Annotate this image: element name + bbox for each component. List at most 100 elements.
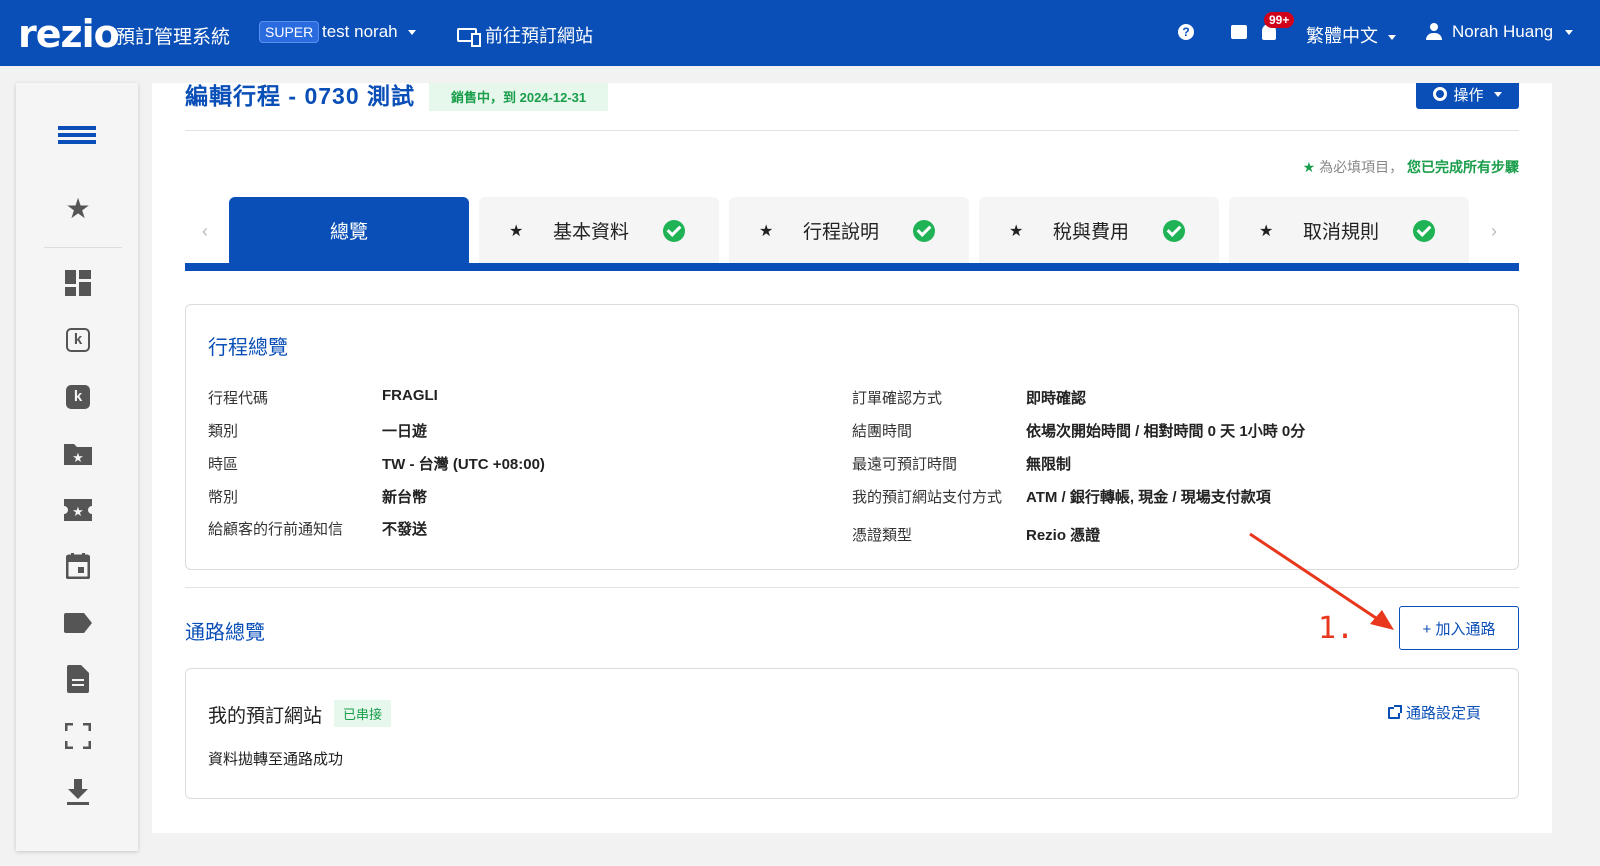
field-label: 時區: [208, 456, 239, 473]
field-label: 憑證類型: [852, 527, 913, 544]
field-value: 即時確認: [1026, 390, 1087, 407]
document-icon[interactable]: [64, 665, 92, 693]
field-value: ATM / 銀行轉帳, 現金 / 現場支付款項: [1026, 489, 1271, 506]
tab-itinerary[interactable]: ★ 行程說明: [729, 197, 969, 264]
menu-icon[interactable]: [58, 121, 96, 149]
ticket-star-icon[interactable]: ★: [64, 496, 92, 524]
field-value: 無限制: [1026, 456, 1072, 473]
field-label: 訂單確認方式: [852, 390, 943, 407]
overview-title: 行程總覽: [208, 337, 288, 359]
tab-basic-info[interactable]: ★ 基本資料: [479, 197, 719, 264]
rezio-logo[interactable]: rezio: [18, 12, 120, 56]
check-circle-icon: [1163, 219, 1185, 242]
field-value: 一日遊: [382, 423, 428, 440]
check-circle-icon: [663, 219, 685, 242]
tab-tax-fees[interactable]: ★ 稅與費用: [979, 197, 1219, 264]
tab-prev-arrow[interactable]: ‹: [202, 221, 208, 242]
tab-label: 行程說明: [803, 222, 880, 243]
tab-next-arrow[interactable]: ›: [1491, 221, 1497, 242]
field-label: 行程代碼: [208, 390, 269, 407]
required-note: ★ 為必填項目， 您已完成所有步驟: [1303, 157, 1519, 177]
devices-icon: [457, 28, 481, 47]
help-icon[interactable]: ?: [1178, 24, 1194, 40]
tab-label: 總覽: [329, 222, 368, 243]
chevron-down-icon: [407, 30, 416, 36]
field-value: Rezio 憑證: [1026, 527, 1101, 544]
gear-icon: [1433, 87, 1448, 101]
user-icon: [1426, 23, 1442, 41]
field-value: TW - 台灣 (UTC +08:00): [382, 456, 545, 473]
divider: [185, 130, 1519, 131]
field-label: 類別: [208, 423, 239, 440]
field-value: 不發送: [382, 521, 428, 538]
field-label: 我的預訂網站支付方式: [852, 489, 1003, 506]
fullscreen-icon[interactable]: [64, 722, 92, 750]
sidebar: ★ k k ★ ★: [16, 83, 138, 851]
check-circle-icon: [913, 219, 935, 242]
tab-underline-bar: [185, 263, 1519, 271]
svg-text:★: ★: [72, 450, 84, 465]
language-selector[interactable]: 繁體中文: [1306, 22, 1396, 48]
check-circle-icon: [1413, 219, 1435, 242]
page-title: 編輯行程 - 0730 測試: [185, 83, 415, 109]
goto-booking-site-label: 前往預訂網站: [485, 26, 593, 46]
folder-star-icon[interactable]: ★: [64, 439, 92, 467]
chevron-down-icon: [1493, 91, 1502, 97]
account-switcher[interactable]: test norah: [322, 22, 416, 42]
tag-icon[interactable]: [64, 609, 92, 637]
tab-label: 取消規則: [1303, 222, 1380, 243]
system-name: 預訂管理系統: [116, 27, 231, 48]
account-name: test norah: [322, 22, 398, 41]
tab-cancellation[interactable]: ★ 取消規則: [1229, 197, 1469, 264]
download-icon[interactable]: [64, 778, 92, 806]
super-badge: SUPER: [259, 21, 320, 43]
required-star-icon: ★: [1259, 222, 1274, 240]
add-channel-button[interactable]: + 加入通路: [1399, 606, 1519, 650]
external-link-icon: [1388, 704, 1402, 719]
tab-label: 稅與費用: [1053, 222, 1130, 243]
tab-overview[interactable]: 總覽: [229, 197, 469, 264]
user-name: Norah Huang: [1452, 22, 1554, 41]
required-star-icon: ★: [509, 222, 524, 240]
channel-settings-link[interactable]: 通路設定頁: [1388, 702, 1481, 723]
sale-status-badge: 銷售中，到 2024-12-31: [429, 83, 609, 111]
field-value: 依場次開始時間 / 相對時間 0 天 1小時 0分: [1026, 423, 1306, 440]
top-bar: rezio 預訂管理系統 SUPER test norah 前往預訂網站 ? 9…: [0, 0, 1600, 66]
channel-settings-label: 通路設定頁: [1406, 705, 1482, 722]
completed-note-text: 您已完成所有步驟: [1407, 159, 1519, 175]
main-panel: 編輯行程 - 0730 測試 銷售中，到 2024-12-31 操作 ★ 為必填…: [152, 83, 1552, 833]
goto-booking-site-link[interactable]: 前往預訂網站: [457, 22, 593, 48]
field-label: 最遠可預訂時間: [852, 456, 958, 473]
required-star-icon: ★: [1009, 222, 1024, 240]
field-value: FRAGLI: [382, 387, 438, 404]
operations-button[interactable]: 操作: [1416, 83, 1519, 109]
annotation-number: 1.: [1318, 611, 1355, 646]
k-outline-icon[interactable]: k: [64, 326, 92, 354]
language-label: 繁體中文: [1306, 26, 1378, 46]
sidebar-divider: [44, 247, 122, 248]
field-value: 新台幣: [382, 489, 428, 506]
tab-label: 基本資料: [553, 222, 630, 243]
required-star-icon: ★: [759, 222, 774, 240]
star-icon[interactable]: ★: [64, 193, 92, 224]
svg-text:★: ★: [72, 504, 84, 519]
operations-label: 操作: [1453, 86, 1484, 104]
field-label: 幣別: [208, 489, 239, 506]
feedback-icon[interactable]: [1231, 25, 1247, 39]
field-label: 給顧客的行前通知信: [208, 521, 344, 538]
channels-title: 通路總覽: [185, 622, 265, 644]
required-note-text: 為必填項目，: [1319, 159, 1404, 175]
field-label: 結團時間: [852, 423, 913, 440]
channel-card: 我的預訂網站 已串接 通路設定頁 資料拋轉至通路成功: [185, 668, 1519, 799]
required-star-icon: ★: [1302, 159, 1316, 175]
calendar-icon[interactable]: [64, 552, 92, 580]
user-menu[interactable]: Norah Huang: [1426, 22, 1574, 42]
channel-sync-message: 資料拋轉至通路成功: [208, 751, 344, 768]
chevron-down-icon: [1388, 34, 1396, 40]
dashboard-icon[interactable]: [64, 269, 92, 297]
k-filled-icon[interactable]: k: [64, 383, 92, 411]
connected-status-badge: 已串接: [334, 700, 392, 727]
notification-count-badge: 99+: [1264, 12, 1295, 28]
channel-name: 我的預訂網站: [208, 706, 323, 727]
chevron-down-icon: [1565, 29, 1574, 35]
